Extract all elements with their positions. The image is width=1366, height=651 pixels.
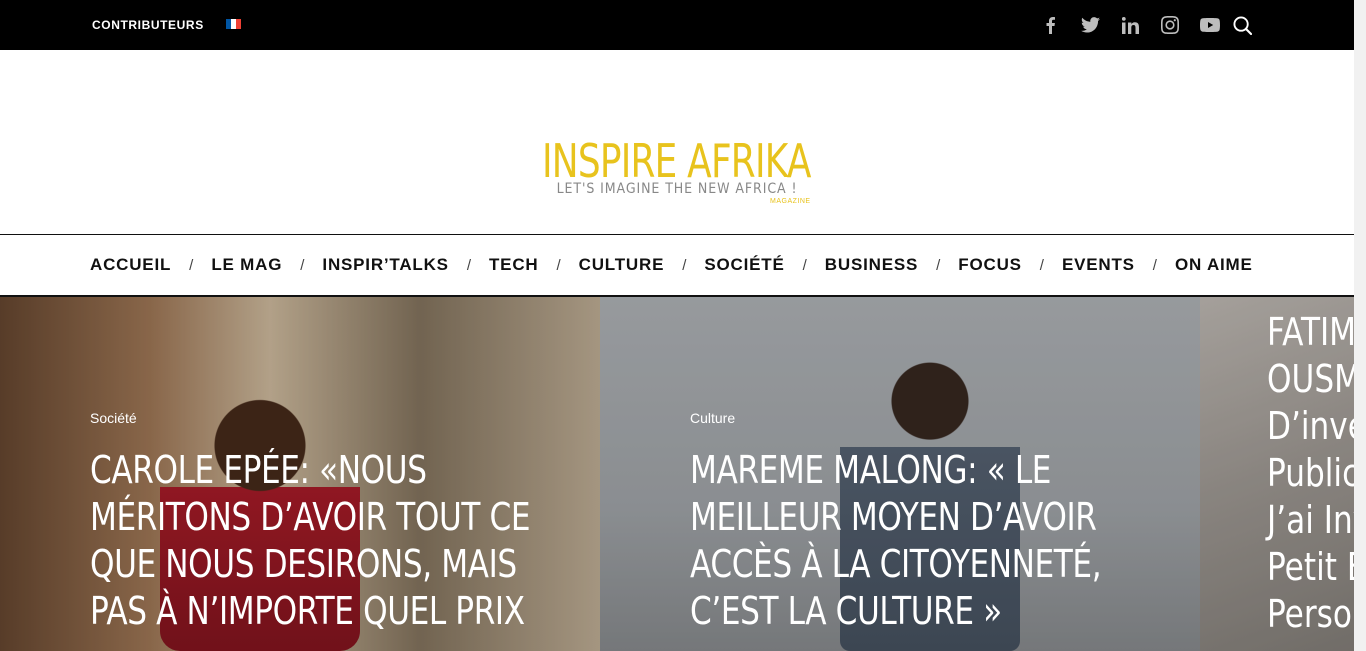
french-flag-icon[interactable]: [226, 19, 241, 29]
slide-title-line: FATIMA: [1267, 310, 1354, 354]
logo-subtitle: MAGAZINE: [770, 198, 811, 205]
slide-title-line: D’inves: [1267, 404, 1354, 448]
instagram-icon[interactable]: [1150, 14, 1190, 36]
slide-title-line: Petit B: [1267, 545, 1354, 589]
slide-category[interactable]: Société: [90, 410, 137, 426]
nav-item-tech[interactable]: TECH: [489, 255, 538, 275]
slide-title-line: Person: [1267, 592, 1354, 636]
slide-title[interactable]: CAROLE EPÉE: «NOUS MÉRITONS D’AVOIR TOUT…: [90, 447, 549, 651]
slide-title-line: OUSMA: [1267, 357, 1354, 401]
nav-separator: /: [300, 256, 305, 274]
nav-item-le-mag[interactable]: LE MAG: [211, 255, 282, 275]
slide-category[interactable]: Culture: [690, 410, 735, 426]
nav-separator: /: [556, 256, 561, 274]
slide-fatima[interactable]: FATIMA OUSMA D’inves Public J’ai Inv Pet…: [1200, 297, 1354, 651]
twitter-icon[interactable]: [1070, 14, 1110, 36]
slide-title[interactable]: MAREME MALONG: « LE MEILLEUR MOYEN D’AVO…: [690, 447, 1149, 635]
nav-separator: /: [682, 256, 687, 274]
nav-separator: /: [1152, 256, 1157, 274]
site-header: INSPIRE AFRIKA MAGAZINE: [0, 50, 1354, 235]
site-logo[interactable]: INSPIRE AFRIKA MAGAZINE: [542, 138, 832, 208]
contributors-link[interactable]: CONTRIBUTEURS: [92, 18, 204, 32]
logo-text: INSPIRE AFRIKA: [542, 134, 811, 188]
social-links: [1030, 14, 1230, 36]
search-icon[interactable]: [1230, 13, 1254, 37]
site-tagline: LET'S IMAGINE THE NEW AFRICA !: [556, 181, 798, 197]
nav-item-culture[interactable]: CULTURE: [579, 255, 665, 275]
nav-item-inspir-talks[interactable]: INSPIR’TALKS: [322, 255, 448, 275]
featured-slider: Société CAROLE EPÉE: «NOUS MÉRITONS D’AV…: [0, 297, 1354, 651]
main-navigation: ACCUEIL / LE MAG / INSPIR’TALKS / TECH / CUL…: [0, 235, 1354, 297]
facebook-icon[interactable]: [1030, 14, 1070, 36]
nav-item-societe[interactable]: SOCIÉTÉ: [704, 255, 784, 275]
nav-separator: /: [466, 256, 471, 274]
slide-title-line: PAS À N’IMPORTE QUEL PRIX »: [90, 589, 525, 651]
slide-title-line: ACCÈS À LA CITOYENNETÉ,: [690, 542, 1102, 586]
nav-item-business[interactable]: BUSINESS: [825, 255, 918, 275]
nav-separator: /: [802, 256, 807, 274]
top-bar: CONTRIBUTEURS: [0, 0, 1354, 50]
nav-item-accueil[interactable]: ACCUEIL: [90, 255, 171, 275]
page-scrollbar[interactable]: [1354, 0, 1366, 651]
slide-title-line: MAREME MALONG: « LE: [690, 448, 1052, 492]
nav-separator: /: [936, 256, 941, 274]
slide-title-line: MEILLEUR MOYEN D’AVOIR: [690, 495, 1097, 539]
linkedin-icon[interactable]: [1110, 14, 1150, 36]
slide-title-line: QUE NOUS DESIRONS, MAIS: [90, 542, 517, 586]
slide-title-line: MÉRITONS D’AVOIR TOUT CE: [90, 495, 531, 539]
nav-item-focus[interactable]: FOCUS: [958, 255, 1022, 275]
nav-item-on-aime[interactable]: ON AIME: [1175, 255, 1253, 275]
youtube-icon[interactable]: [1190, 14, 1230, 36]
slide-carole-epee[interactable]: Société CAROLE EPÉE: «NOUS MÉRITONS D’AV…: [0, 297, 600, 651]
slide-title-line: C’EST LA CULTURE »: [690, 589, 1002, 633]
nav-item-events[interactable]: EVENTS: [1062, 255, 1135, 275]
slide-title[interactable]: FATIMA OUSMA D’inves Public J’ai Inv Pet…: [1267, 309, 1354, 638]
slide-title-line: CAROLE EPÉE: «NOUS: [90, 448, 427, 492]
nav-separator: /: [1039, 256, 1044, 274]
nav-separator: /: [189, 256, 194, 274]
slide-title-line: J’ai Inv: [1267, 498, 1354, 542]
slide-title-line: Public: [1267, 451, 1354, 495]
slide-mareme-malong[interactable]: Culture MAREME MALONG: « LE MEILLEUR MOY…: [600, 297, 1200, 651]
